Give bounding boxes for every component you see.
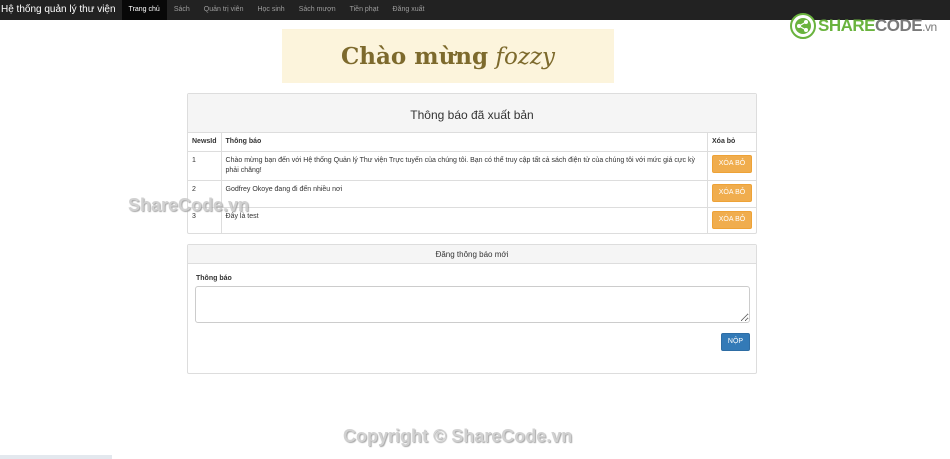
- column-header-notice: Thông báo: [221, 133, 709, 152]
- nav-item-books[interactable]: Sách: [167, 0, 197, 20]
- notice-textarea[interactable]: [195, 286, 750, 323]
- news-id: 1: [188, 150, 222, 180]
- delete-button[interactable]: XÓA BỎ: [712, 154, 752, 173]
- published-news-panel: Thông báo đã xuất bản NewsId Thông báo X…: [187, 93, 757, 234]
- column-header-delete: Xóa bỏ: [707, 133, 756, 152]
- nav-item-home[interactable]: Trang chủ: [121, 0, 167, 20]
- welcome-banner: Chào mừng fozzy: [282, 29, 614, 83]
- sharecode-logo: SHARECODE.vn: [790, 11, 937, 41]
- welcome-text: Chào mừng fozzy: [340, 42, 556, 70]
- delete-button[interactable]: XÓA BỎ: [712, 210, 752, 229]
- sharecode-logo-icon: [790, 13, 816, 39]
- nav-item-admins[interactable]: Quản trị viên: [197, 0, 251, 20]
- news-table: NewsId Thông báo Xóa bỏ 1 Chào mừng bạn …: [188, 133, 756, 233]
- news-text: Chào mừng bạn đến với Hệ thống Quản lý T…: [221, 150, 709, 180]
- navbar-brand[interactable]: Hệ thống quản lý thư viện: [0, 0, 122, 20]
- sharecode-logo-text: SHARECODE.vn: [818, 16, 937, 35]
- watermark-copyright: Copyright © ShareCode.vn: [343, 426, 573, 446]
- submit-button[interactable]: NỘP: [721, 333, 750, 351]
- watermark-left: ShareCode.vn: [128, 195, 250, 215]
- table-row: 1 Chào mừng bạn đến với Hệ thống Quản lý…: [188, 150, 756, 180]
- delete-button[interactable]: XÓA BỎ: [712, 183, 752, 202]
- post-news-title: Đăng thông báo mới: [188, 245, 756, 264]
- news-text: Đây là test: [221, 206, 709, 233]
- nav-item-borrowed-books[interactable]: Sách mượn: [292, 0, 343, 20]
- published-news-title: Thông báo đã xuất bản: [188, 94, 756, 133]
- nav-item-students[interactable]: Học sinh: [250, 0, 291, 20]
- nav-item-logout[interactable]: Đăng xuất: [386, 0, 432, 20]
- column-header-newsid: NewsId: [188, 133, 222, 152]
- horizontal-scrollbar[interactable]: [0, 455, 112, 459]
- table-row: 3 Đây là test XÓA BỎ: [188, 206, 756, 233]
- table-row: 2 Godfrey Okoye đang đi đến nhiều nơi XÓ…: [188, 179, 756, 207]
- nav-item-fines[interactable]: Tiền phạt: [343, 0, 386, 20]
- post-news-panel: Đăng thông báo mới Thông báo NỘP: [187, 244, 757, 374]
- news-text: Godfrey Okoye đang đi đến nhiều nơi: [221, 179, 709, 207]
- notice-field-label: Thông báo: [196, 275, 232, 282]
